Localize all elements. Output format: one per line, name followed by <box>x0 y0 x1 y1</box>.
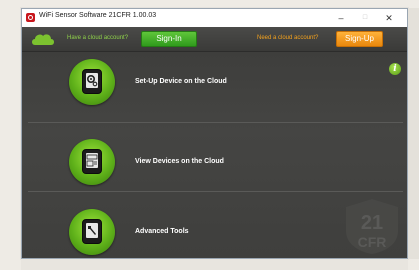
watermark-line2: CFR <box>358 234 387 250</box>
account-bar: Have a cloud account? Sign-In Need a clo… <box>22 27 407 52</box>
close-button[interactable]: ✕ <box>380 9 398 27</box>
divider <box>28 191 403 192</box>
display-device-icon <box>82 149 102 174</box>
menu-item-setup-device[interactable]: Set-Up Device on the Cloud <box>22 51 407 111</box>
menu-item-view-devices[interactable]: View Devices on the Cloud <box>22 131 407 191</box>
menu-item-label: Advanced Tools <box>135 228 189 235</box>
menu-item-badge <box>69 59 115 105</box>
sign-in-button[interactable]: Sign-In <box>141 31 197 47</box>
sign-up-button[interactable]: Sign-Up <box>336 31 383 47</box>
21cfr-watermark: 21 CFR <box>346 199 398 254</box>
desktop-background <box>21 259 408 270</box>
minimize-button[interactable]: – <box>332 9 350 27</box>
app-logo-icon <box>26 13 35 22</box>
maximize-button[interactable]: □ <box>356 9 374 27</box>
need-account-text: Need a cloud account? <box>257 35 319 41</box>
menu-item-label: Set-Up Device on the Cloud <box>135 78 227 85</box>
watermark-line1: 21 <box>361 212 383 234</box>
window-title: WiFi Sensor Software 21CFR 1.00.03 <box>39 12 157 19</box>
menu-item-label: View Devices on the Cloud <box>135 158 224 165</box>
divider <box>28 122 403 123</box>
main-panel: Have a cloud account? Sign-In Need a clo… <box>22 27 407 258</box>
have-account-text: Have a cloud account? <box>67 35 129 41</box>
app-window: WiFi Sensor Software 21CFR 1.00.03 – □ ✕… <box>21 8 408 259</box>
cloud-icon <box>32 34 54 45</box>
wrench-device-icon <box>82 219 102 244</box>
menu-item-badge <box>69 139 115 185</box>
gear-device-icon <box>82 69 102 94</box>
menu-item-badge <box>69 209 115 255</box>
title-bar: WiFi Sensor Software 21CFR 1.00.03 – □ ✕ <box>22 9 407 27</box>
desktop-background <box>408 8 419 259</box>
